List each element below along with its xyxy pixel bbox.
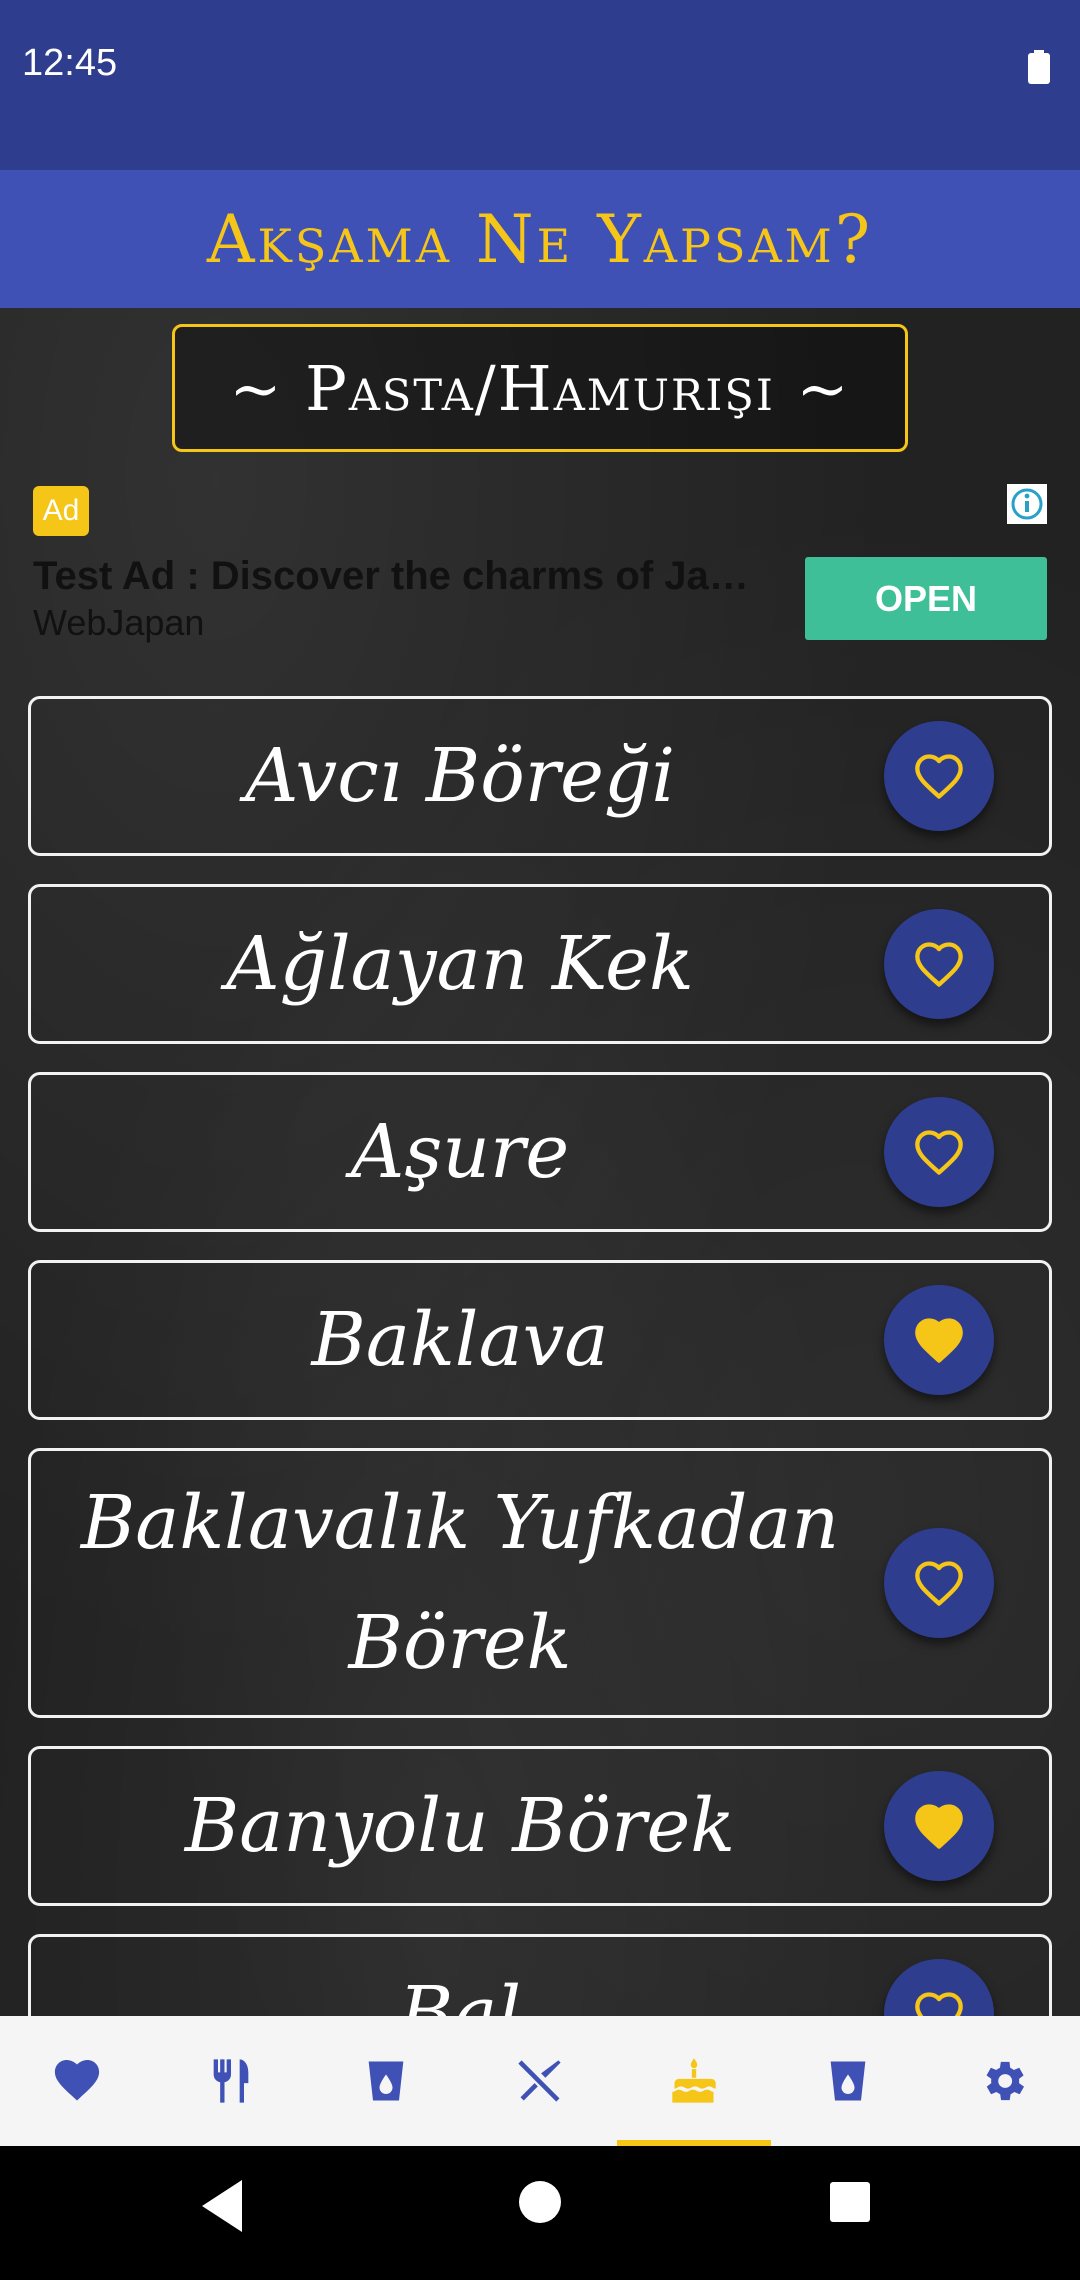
- ad-title[interactable]: Test Ad : Discover the charms of Japan: [33, 554, 773, 599]
- heart-icon: [55, 2059, 100, 2101]
- system-navigation-bar: [0, 2146, 1080, 2280]
- nav-tab-cake[interactable]: [617, 2016, 772, 2146]
- recipe-card[interactable]: Ağlayan Kek: [28, 884, 1052, 1044]
- recipe-name: Avcı Böreği: [244, 733, 676, 819]
- recipe-card[interactable]: Bal: [28, 1934, 1052, 2016]
- nav-tab-spoon-fork-cross[interactable]: [463, 2016, 617, 2146]
- recipe-card[interactable]: Baklava: [28, 1260, 1052, 1420]
- nav-tab-soup-bowl[interactable]: [309, 2016, 463, 2146]
- spoon-fork-cross-icon: [518, 2060, 561, 2102]
- recipe-name: Ağlayan Kek: [226, 921, 694, 1007]
- back-icon[interactable]: [198, 2178, 248, 2234]
- fork-knife-icon: [214, 2059, 249, 2103]
- category-label: ~ Pasta/Hamurişi ~: [229, 351, 851, 425]
- ad-open-button[interactable]: OPEN: [805, 557, 1047, 640]
- bottom-navigation: [0, 2016, 1080, 2146]
- drink-cup-icon: [831, 2061, 866, 2101]
- nav-tab-heart[interactable]: [0, 2016, 154, 2146]
- favorite-button[interactable]: [884, 1528, 994, 1638]
- category-header: ~ Pasta/Hamurişi ~: [172, 324, 908, 452]
- favorite-button[interactable]: [884, 909, 994, 1019]
- heart-icon: [915, 1561, 963, 1606]
- nav-tab-drink-cup[interactable]: [771, 2016, 925, 2146]
- nav-tab-settings-gear[interactable]: [926, 2016, 1080, 2146]
- recipe-name: Aşure: [350, 1109, 570, 1195]
- favorite-button[interactable]: [884, 721, 994, 831]
- status-bar: 12:45: [0, 0, 1080, 170]
- recipe-name: Bal: [398, 1971, 522, 2016]
- heart-icon: [915, 942, 963, 987]
- app-title: Akşama Ne Yapsam?: [206, 200, 874, 278]
- recipe-name: Baklavalık Yufkadan Börek: [80, 1480, 840, 1686]
- heart-icon: [915, 1992, 963, 2016]
- battery-icon: [1028, 50, 1050, 84]
- soup-bowl-icon: [368, 2061, 403, 2101]
- home-icon[interactable]: [518, 2180, 562, 2224]
- recipe-name: Banyolu Börek: [184, 1783, 736, 1869]
- nav-tab-fork-knife[interactable]: [154, 2016, 308, 2146]
- heart-icon: [915, 1804, 963, 1849]
- favorite-button[interactable]: [884, 1097, 994, 1207]
- favorite-button[interactable]: [884, 1771, 994, 1881]
- recents-icon[interactable]: [830, 2182, 870, 2222]
- heart-icon: [915, 1130, 963, 1175]
- favorite-button[interactable]: [884, 1285, 994, 1395]
- recipe-card[interactable]: Avcı Böreği: [28, 696, 1052, 856]
- ad-badge: Ad: [33, 486, 89, 536]
- recipe-card[interactable]: Aşure: [28, 1072, 1052, 1232]
- recipe-card[interactable]: Baklavalık Yufkadan Börek: [28, 1448, 1052, 1718]
- heart-icon: [915, 754, 963, 799]
- recipe-card[interactable]: Banyolu Börek: [28, 1746, 1052, 1906]
- settings-gear-icon: [986, 2061, 1024, 2101]
- ad-advertiser: WebJapan: [33, 602, 205, 643]
- recipe-list: Avcı Böreği Ağlayan Kek Aşure Baklava Baklav…: [28, 696, 1052, 2016]
- favorite-button[interactable]: [884, 1959, 994, 2016]
- recipe-name: Baklava: [311, 1297, 609, 1383]
- content-area: ~ Pasta/Hamurişi ~ Ad Test Ad : Discover…: [0, 308, 1080, 2016]
- ad-info-icon[interactable]: [1007, 484, 1047, 524]
- cake-icon: [672, 2058, 716, 2103]
- app-bar: Akşama Ne Yapsam?: [0, 170, 1080, 308]
- heart-icon: [915, 1318, 963, 1363]
- status-time: 12:45: [22, 42, 118, 84]
